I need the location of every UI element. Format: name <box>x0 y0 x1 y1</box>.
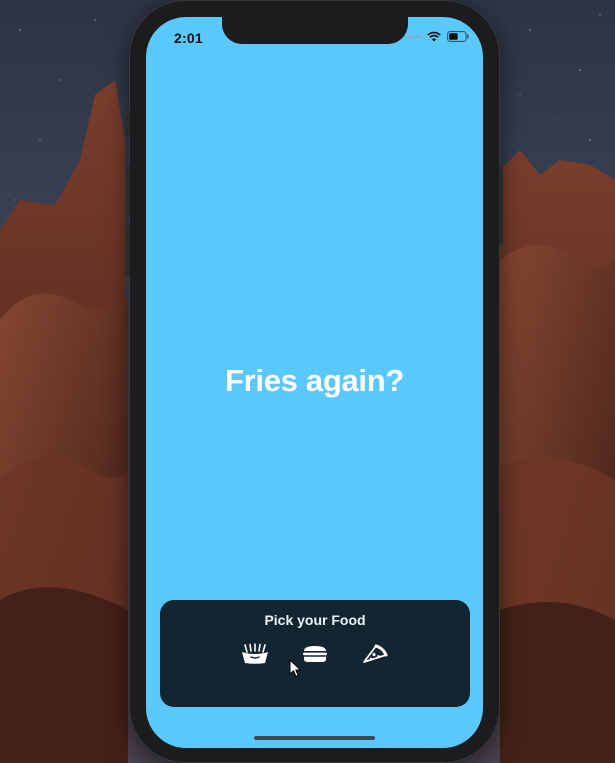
signal-dots-icon <box>407 35 421 38</box>
battery-icon <box>447 31 469 42</box>
food-picker-title: Pick your Food <box>264 612 366 628</box>
power-button <box>499 165 503 245</box>
burger-button[interactable] <box>298 640 332 668</box>
status-icons <box>407 31 469 42</box>
wifi-icon <box>427 31 441 42</box>
pizza-button[interactable] <box>358 640 392 668</box>
headline: Fries again? <box>224 363 404 398</box>
iphone-device-frame: 2:01 Fries again? Pick your Food <box>126 0 503 763</box>
silent-switch <box>126 110 130 136</box>
food-picker-panel: Pick your Food <box>160 600 470 707</box>
mouse-pointer-icon <box>289 659 301 677</box>
pizza-icon <box>363 644 388 663</box>
fries-icon <box>242 643 268 664</box>
volume-down-button <box>126 225 130 275</box>
notch <box>222 17 408 44</box>
app-screen: 2:01 Fries again? Pick your Food <box>146 17 483 748</box>
home-indicator[interactable] <box>254 736 375 740</box>
burger-icon <box>303 646 327 662</box>
fries-button[interactable] <box>238 640 272 668</box>
status-time: 2:01 <box>174 30 203 46</box>
volume-up-button <box>126 165 130 215</box>
